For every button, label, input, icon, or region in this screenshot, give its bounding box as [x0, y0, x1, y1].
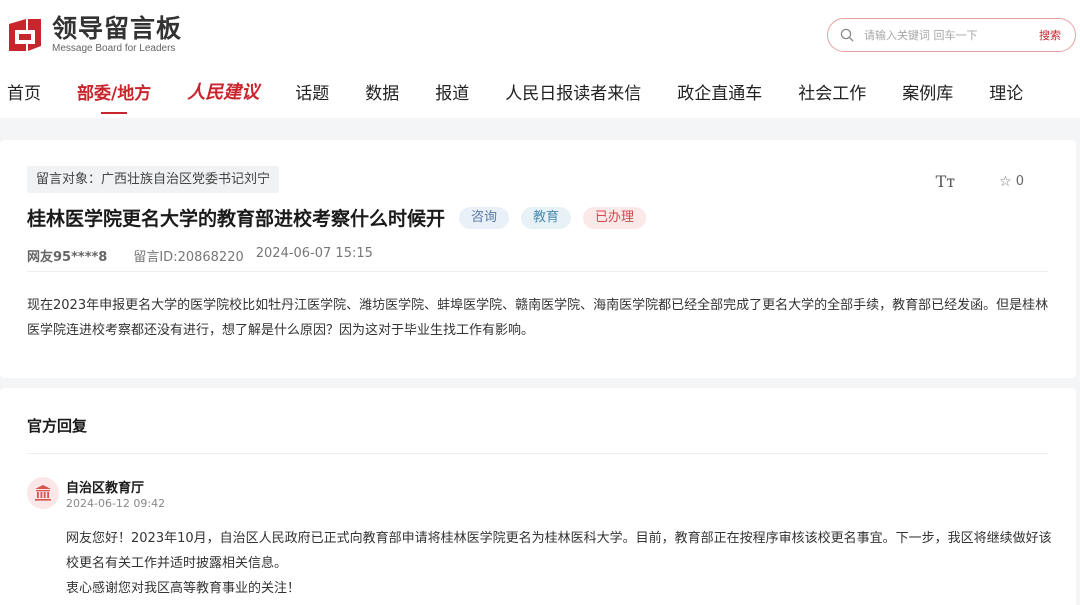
search-icon [840, 28, 854, 42]
message-user: 网友95****8 [27, 250, 108, 265]
message-time: 2024-06-07 15:15 [255, 246, 373, 261]
star-count: 0 [1015, 174, 1024, 189]
reply-card: 官方回复 自治区教育厅 2024-06-12 09:42 网友您好！2023年1… [0, 388, 1076, 605]
nav-item-case-library[interactable]: 案例库 [902, 79, 953, 104]
reply-paragraph: 衷心感谢您对我区高等教育事业的关注！ [66, 581, 301, 596]
message-target: 留言对象：广西壮族自治区党委书记刘宁 [27, 166, 280, 193]
title-row: 桂林医学院更名大学的教育部进校考察什么时候开 咨询 教育 已办理 [27, 204, 658, 231]
reply-heading: 官方回复 [27, 417, 88, 435]
reply-body: 网友您好！2023年10月，自治区人民政府已正式向教育部申请将桂林医学院更名为桂… [66, 526, 1056, 601]
tag-consult[interactable]: 咨询 [459, 206, 510, 229]
avatar [27, 477, 59, 509]
message-title: 桂林医学院更名大学的教育部进校考察什么时候开 [27, 208, 446, 230]
message-id: 留言ID:20868220 [133, 250, 244, 265]
status-badge: 已办理 [583, 206, 647, 229]
nav-item-ministries-local[interactable]: 部委/地方 [77, 79, 151, 104]
site-logo[interactable]: 领导留言板 Message Board for Leaders [6, 14, 182, 56]
nav-item-reader-letters[interactable]: 人民日报读者来信 [505, 79, 641, 104]
star-icon: ☆ [999, 173, 1012, 190]
logo-title: 领导留言板 [52, 14, 183, 43]
message-content: 现在2023年申报更名大学的医学院校比如牡丹江医学院、潍坊医学院、蚌埠医学院、赣… [27, 298, 1049, 338]
logo-mark-icon [6, 16, 44, 54]
search-button[interactable]: 搜索 [1039, 27, 1061, 43]
nav-item-topics[interactable]: 话题 [295, 79, 329, 104]
nav-item-theory[interactable]: 理论 [989, 79, 1023, 104]
search-input[interactable] [864, 28, 1014, 42]
nav-item-gov-enterprise[interactable]: 政企直通车 [677, 79, 762, 104]
nav-item-home[interactable]: 首页 [7, 79, 41, 104]
message-tools: Tт ☆ 0 [936, 172, 1024, 191]
reply-org: 自治区教育厅 [66, 481, 145, 496]
reply-paragraph: 网友您好！2023年10月，自治区人民政府已正式向教育部申请将桂林医学院更名为桂… [66, 531, 1052, 571]
logo-subtitle: Message Board for Leaders [52, 43, 176, 54]
message-meta: 网友95****8 留言ID:20868220 2024-06-07 15:15 [27, 246, 373, 265]
font-size-icon[interactable]: Tт [936, 172, 956, 191]
favorite-button[interactable]: ☆ 0 [999, 174, 1024, 190]
message-card: 留言对象：广西壮族自治区党委书记刘宁 Tт ☆ 0 桂林医学院更名大学的教育部进… [0, 140, 1076, 378]
government-building-icon [35, 485, 51, 501]
reply-time: 2024-06-12 09:42 [66, 497, 166, 510]
tag-education[interactable]: 教育 [521, 206, 572, 229]
nav-item-reports[interactable]: 报道 [435, 79, 469, 104]
nav-item-data[interactable]: 数据 [365, 79, 399, 104]
nav-item-people-suggestions[interactable]: 人民建议 [187, 78, 259, 104]
main-nav: 首页 部委/地方 人民建议 话题 数据 报道 人民日报读者来信 政企直通车 社会… [0, 74, 1059, 108]
divider [27, 271, 1048, 272]
site-header: 领导留言板 Message Board for Leaders 搜索 首页 部委… [0, 0, 1080, 118]
divider [27, 453, 1048, 454]
nav-item-social-work[interactable]: 社会工作 [798, 79, 866, 104]
search-box: 搜索 [827, 18, 1076, 52]
